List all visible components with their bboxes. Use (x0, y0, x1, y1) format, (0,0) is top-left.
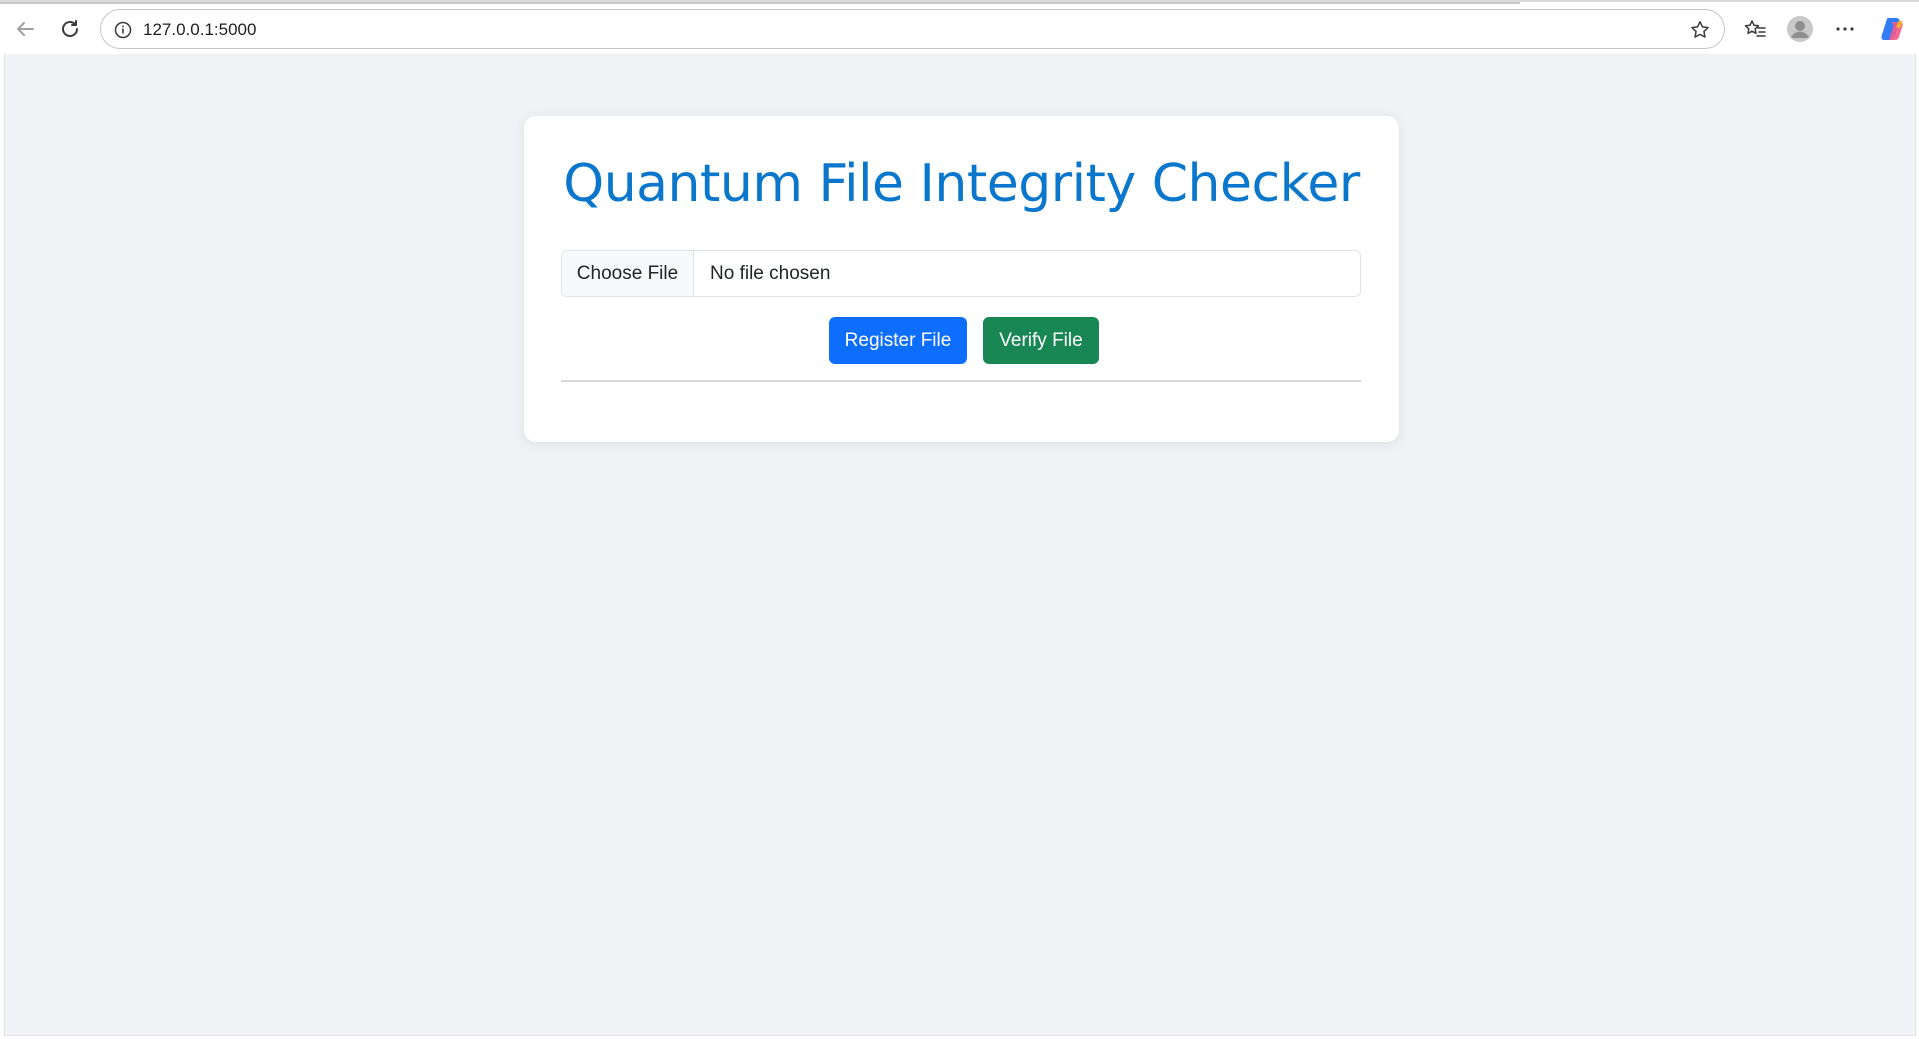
register-file-button[interactable]: Register File (829, 317, 967, 364)
file-input[interactable]: Choose File No file chosen (561, 250, 1361, 297)
copilot-button[interactable] (1876, 12, 1910, 46)
page-viewport: Quantum File Integrity Checker Choose Fi… (4, 54, 1916, 1036)
back-arrow-icon (17, 22, 34, 36)
checker-card: Quantum File Integrity Checker Choose Fi… (524, 116, 1399, 442)
copilot-icon (1881, 18, 1903, 40)
more-button[interactable] (1828, 12, 1862, 46)
site-info-icon[interactable] (113, 20, 133, 40)
choose-file-button[interactable]: Choose File (562, 251, 694, 296)
profile-button[interactable] (1783, 12, 1817, 46)
favorites-icon (1744, 20, 1766, 37)
profile-icon (1787, 16, 1813, 42)
reload-button[interactable] (53, 12, 87, 46)
favorites-button[interactable] (1738, 12, 1772, 46)
browser-toolbar: 127.0.0.1:5000 (0, 0, 1919, 54)
address-bar[interactable]: 127.0.0.1:5000 (100, 9, 1725, 49)
reload-icon (62, 20, 78, 37)
divider (561, 380, 1361, 382)
tab-strip-edge (0, 2, 1520, 4)
more-icon (1836, 27, 1854, 31)
verify-file-button[interactable]: Verify File (983, 317, 1099, 364)
page-title: Quantum File Integrity Checker (563, 154, 1360, 214)
file-status-text: No file chosen (710, 262, 831, 284)
address-url: 127.0.0.1:5000 (143, 20, 257, 39)
back-button[interactable] (8, 12, 42, 46)
star-icon[interactable] (1688, 18, 1712, 42)
